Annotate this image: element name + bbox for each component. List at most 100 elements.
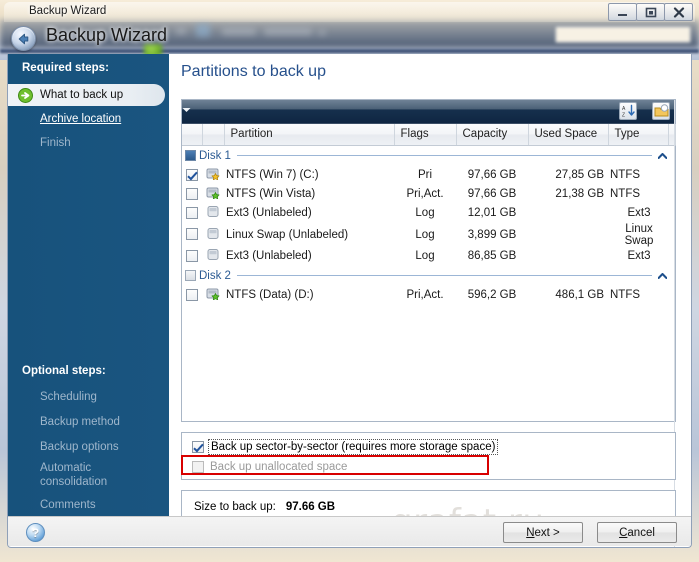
partition-type: NTFS — [610, 188, 641, 200]
size-summary-label: Size to back up: — [194, 501, 276, 513]
disk-group-row[interactable]: Disk 1 — [182, 145, 675, 166]
window-title: Backup Wizard — [29, 5, 107, 17]
sidebar-label-backup-method: Backup method — [40, 416, 120, 428]
close-icon — [673, 6, 684, 18]
list-right-edge — [674, 100, 675, 547]
disk-group-row[interactable]: Disk 2 — [182, 266, 675, 286]
help-glyph: ? — [31, 525, 40, 540]
partition-name: NTFS (Win 7) (C:) — [226, 169, 319, 181]
sidebar-item-backup-options[interactable]: Backup options — [8, 436, 169, 458]
drive-green-icon — [202, 286, 224, 305]
table-row[interactable]: Ext3 (Unlabeled) Log 12,01 GB Ext3 — [182, 204, 675, 223]
cancel-button[interactable]: Cancel — [597, 522, 677, 543]
disk-group-label: Disk 2 — [199, 269, 231, 282]
svg-text:A: A — [622, 106, 626, 112]
next-button[interactable]: Next > — [503, 522, 583, 543]
col-flags[interactable]: Flags — [394, 124, 457, 146]
sidebar-item-what-to-back-up[interactable]: What to back up — [8, 84, 165, 106]
unallocated-space-option: Back up unallocated space — [192, 461, 347, 473]
table-row[interactable]: Linux Swap (Unlabeled) Log 3,899 GB Linu… — [182, 223, 675, 247]
partition-capacity: 12,01 GB — [467, 207, 517, 219]
sector-by-sector-checkbox[interactable] — [192, 441, 204, 453]
sidebar-item-scheduling[interactable]: Scheduling — [8, 386, 169, 408]
drive-green-icon — [202, 185, 224, 204]
list-toolbar: A Z — [182, 100, 675, 124]
sort-az-icon: A Z — [619, 102, 637, 120]
sidebar-label-backup-options: Backup options — [40, 441, 119, 453]
unallocated-space-label: Back up unallocated space — [210, 461, 348, 473]
table-row[interactable]: Ext3 (Unlabeled) Log 86,85 GB Ext3 — [182, 247, 675, 266]
disk-icon-filled — [185, 150, 196, 161]
table-row[interactable]: NTFS (Data) (D:) Pri,Act. 596,2 GB 486,1… — [182, 286, 675, 305]
row-checkbox[interactable] — [182, 204, 202, 223]
group-divider — [236, 275, 652, 276]
sort-dropdown-button[interactable] — [182, 100, 675, 118]
group-collapse-button[interactable] — [657, 150, 668, 162]
back-arrow-icon — [18, 33, 29, 44]
sidebar-label-scheduling: Scheduling — [40, 391, 97, 403]
col-type[interactable]: Type — [608, 124, 669, 146]
next-button-accel: N — [526, 526, 535, 539]
window-controls — [608, 3, 693, 21]
table-row[interactable]: NTFS (Win 7) (C:) Pri 97,66 GB 27,85 GB … — [182, 166, 675, 185]
app-title: Backup Wizard — [46, 25, 168, 45]
partition-capacity: 97,66 GB — [467, 188, 517, 200]
col-icon[interactable] — [202, 124, 225, 146]
col-partition[interactable]: Partition — [224, 124, 395, 146]
drive-plain-icon — [202, 204, 224, 223]
disk-icon-empty — [185, 270, 196, 281]
partition-capacity: 97,66 GB — [467, 169, 517, 181]
dialog-body: Required steps: What to back up Archive … — [7, 54, 692, 548]
chevron-down-icon — [182, 108, 191, 112]
minimize-icon — [618, 13, 627, 16]
sidebar-item-comments[interactable]: Comments — [8, 494, 169, 516]
sidebar-item-automatic-consolidation[interactable]: Automatic consolidation — [8, 460, 169, 492]
partition-type: Ext3 — [627, 250, 651, 262]
partition-flags: Log — [415, 250, 435, 262]
sector-by-sector-option[interactable]: Back up sector-by-sector (requires more … — [192, 439, 499, 455]
row-checkbox[interactable] — [182, 166, 202, 185]
maximize-icon — [645, 7, 656, 17]
sidebar-item-backup-method[interactable]: Backup method — [8, 411, 169, 433]
dialog-footer: ? Next > Cancel — [8, 516, 691, 546]
partition-flags: Log — [415, 207, 435, 219]
col-used-space[interactable]: Used Space — [528, 124, 609, 146]
drive-star-icon — [202, 166, 224, 185]
table-row[interactable]: NTFS (Win Vista) Pri,Act. 97,66 GB 21,38… — [182, 185, 675, 204]
partition-name: Ext3 (Unlabeled) — [226, 207, 312, 219]
maximize-button[interactable] — [636, 3, 665, 21]
sort-button[interactable]: A Z — [619, 102, 637, 120]
folder-properties-icon — [652, 102, 670, 120]
partition-list-panel: A Z Partition Flags Capacity Used Space … — [181, 99, 676, 547]
col-capacity[interactable]: Capacity — [456, 124, 529, 146]
minimize-button[interactable] — [608, 3, 637, 21]
row-checkbox[interactable] — [182, 286, 202, 305]
row-checkbox[interactable] — [182, 223, 202, 247]
backup-wizard-window: Backup Wizard Backup Wizard Required ste… — [4, 2, 695, 551]
sidebar-label-finish: Finish — [40, 137, 71, 149]
properties-button[interactable] — [652, 102, 670, 120]
sidebar-item-archive-location[interactable]: Archive location — [8, 108, 169, 130]
chevron-up-icon — [657, 272, 668, 279]
partition-capacity: 3,899 GB — [467, 228, 517, 241]
close-button[interactable] — [664, 3, 693, 21]
partition-used-space: 27,85 GB — [555, 169, 604, 181]
next-button-label: ext > — [534, 526, 560, 539]
svg-text:Z: Z — [622, 113, 625, 119]
partition-used-space: 486,1 GB — [555, 289, 604, 301]
sidebar-item-finish[interactable]: Finish — [8, 132, 169, 154]
backup-options-panel: Back up sector-by-sector (requires more … — [181, 432, 676, 480]
row-checkbox[interactable] — [182, 247, 202, 266]
sidebar-label-archive-location: Archive location — [40, 113, 122, 125]
group-collapse-button[interactable] — [657, 270, 668, 282]
table-header-row: Partition Flags Capacity Used Space Type — [182, 124, 676, 146]
partition-used-space — [528, 204, 608, 223]
row-checkbox[interactable] — [182, 185, 202, 204]
chevron-up-icon — [657, 152, 668, 159]
col-checkbox[interactable] — [182, 124, 203, 146]
sector-by-sector-label: Back up sector-by-sector (requires more … — [207, 439, 499, 455]
back-button[interactable] — [11, 26, 36, 51]
help-icon[interactable]: ? — [26, 523, 45, 542]
required-steps-heading: Required steps: — [22, 62, 109, 74]
unallocated-space-checkbox — [192, 461, 204, 473]
